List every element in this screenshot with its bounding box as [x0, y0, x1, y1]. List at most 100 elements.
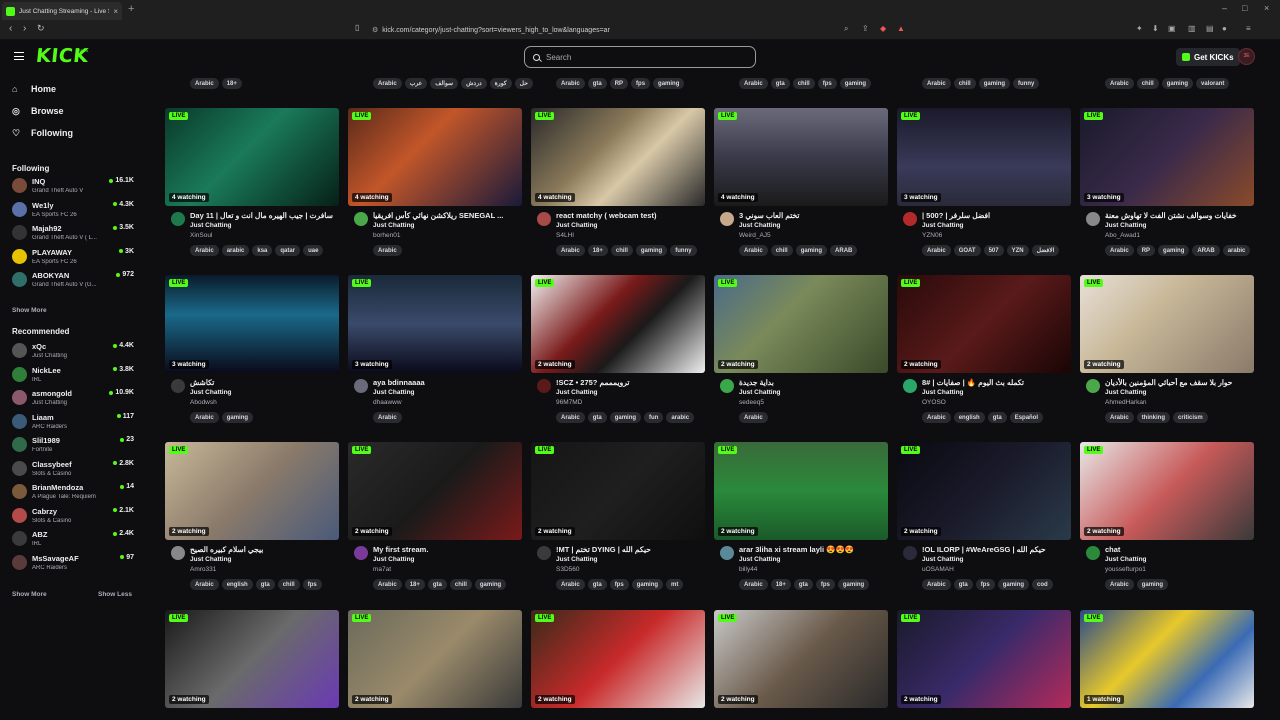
recommended-channel-item[interactable]: ABZ IRL 2.4K — [12, 528, 136, 550]
streamer-name[interactable]: dhaawww — [373, 399, 402, 406]
stream-thumbnail[interactable]: LIVE 3 watching — [165, 275, 339, 373]
search-input[interactable] — [546, 52, 726, 62]
streamer-avatar[interactable] — [537, 379, 551, 393]
stream-thumbnail[interactable]: LIVE 2 watching — [1080, 275, 1254, 373]
stream-category[interactable]: Just Chatting — [922, 222, 964, 229]
tag-chip[interactable]: RP — [609, 78, 629, 89]
streamer-avatar[interactable] — [903, 212, 917, 226]
stream-category[interactable]: Just Chatting — [556, 222, 598, 229]
tag-chip[interactable]: chill — [449, 579, 472, 590]
streamer-avatar[interactable] — [354, 212, 368, 226]
profile-icon[interactable]: ● — [1222, 24, 1227, 33]
stream-thumbnail[interactable]: LIVE 2 watching — [714, 442, 888, 540]
streamer-name[interactable]: billy44 — [739, 566, 757, 573]
stream-title[interactable]: ريلاكشن نهائي كأس افريقيا SENEGAL ... — [373, 211, 521, 220]
streamer-avatar[interactable] — [1086, 212, 1100, 226]
tag-chip[interactable]: 18+ — [587, 245, 608, 256]
streamer-name[interactable]: Amro331 — [190, 566, 216, 573]
stream-thumbnail[interactable]: LIVE 2 watching — [348, 442, 522, 540]
stream-thumbnail[interactable]: LIVE 4 watching — [165, 108, 339, 206]
tag-chip[interactable]: Arabic — [1105, 245, 1134, 256]
stream-thumbnail[interactable]: LIVE 2 watching — [897, 275, 1071, 373]
stream-title[interactable]: تختم العاب سوني 3 — [739, 211, 887, 220]
tag-chip[interactable]: uae — [303, 245, 324, 256]
get-kicks-button[interactable]: Get KICKs — [1176, 48, 1240, 66]
tag-chip[interactable]: YZN — [1006, 245, 1029, 256]
streamer-name[interactable]: borhen01 — [373, 232, 400, 239]
tag-chip[interactable]: Arabic — [922, 579, 951, 590]
show-more-recommended[interactable]: Show More — [12, 591, 47, 598]
tag-chip[interactable]: gaming — [474, 579, 507, 590]
reload-icon[interactable]: ↻ — [37, 23, 45, 34]
stream-category[interactable]: Just Chatting — [190, 556, 232, 563]
tag-chip[interactable]: gaming — [795, 245, 828, 256]
wallet-icon[interactable]: ▣ — [1168, 24, 1176, 33]
share-icon[interactable]: ⇪ — [862, 24, 869, 33]
tag-chip[interactable]: gta — [953, 579, 973, 590]
tag-chip[interactable]: valorant — [1196, 78, 1230, 89]
stream-category[interactable]: Just Chatting — [739, 556, 781, 563]
streamer-avatar[interactable] — [720, 379, 734, 393]
stream-title[interactable]: حوار بلا سقف مع أحبائي المؤمنين بالأديان — [1105, 378, 1253, 387]
tabs-icon[interactable]: ▤ — [1206, 24, 1214, 33]
stream-category[interactable]: Just Chatting — [373, 556, 415, 563]
streamer-avatar[interactable] — [354, 546, 368, 560]
tag-chip[interactable]: gta — [587, 412, 607, 423]
tag-chip[interactable]: english — [221, 579, 253, 590]
stream-category[interactable]: Just Chatting — [922, 389, 964, 396]
tab-close-icon[interactable]: × — [113, 7, 118, 16]
tag-chip[interactable]: chill — [1136, 78, 1159, 89]
tag-chip[interactable]: gaming — [609, 412, 642, 423]
tag-chip[interactable]: arabic — [666, 412, 695, 423]
stream-thumbnail[interactable]: LIVE 2 watching — [531, 275, 705, 373]
stream-title[interactable]: تكمله بث اليوم 🔥 | صفايات | #8 — [922, 378, 1070, 387]
tag-chip[interactable]: fun — [644, 412, 664, 423]
nav-home[interactable]: ⌂ Home — [12, 84, 56, 94]
rewards-icon[interactable]: ▲ — [897, 24, 905, 33]
tag-chip[interactable]: Arabic — [739, 412, 768, 423]
following-channel-item[interactable]: PLAYAWAY EA Sports FC 26 3K — [12, 246, 136, 268]
stream-category[interactable]: Just Chatting — [190, 389, 232, 396]
tag-chip[interactable]: gaming — [1136, 579, 1169, 590]
streamer-avatar[interactable] — [720, 212, 734, 226]
recommended-channel-item[interactable]: Classybeef Slots & Casino 2.8K — [12, 458, 136, 480]
tag-chip[interactable]: thinking — [1136, 412, 1171, 423]
show-more-following[interactable]: Show More — [12, 307, 47, 314]
stream-category[interactable]: Just Chatting — [556, 389, 598, 396]
tag-chip[interactable]: الافضل — [1031, 245, 1060, 256]
streamer-avatar[interactable] — [903, 546, 917, 560]
tag-chip[interactable]: chill — [277, 579, 300, 590]
streamer-name[interactable]: AhmedHarkan — [1105, 399, 1147, 406]
stream-category[interactable]: Just Chatting — [922, 556, 964, 563]
streamer-name[interactable]: Abodwsh — [190, 399, 217, 406]
address-bar[interactable]: ⚙ kick.com/category/just-chatting?sort=v… — [372, 23, 912, 37]
tag-chip[interactable]: gta — [987, 412, 1007, 423]
tag-chip[interactable]: Arabic — [556, 78, 585, 89]
stream-thumbnail[interactable]: LIVE 1 watching — [1080, 610, 1254, 708]
back-icon[interactable]: ‹ — [9, 23, 12, 34]
recommended-channel-item[interactable]: asmongold Just Chatting 10.9K — [12, 387, 136, 409]
forward-icon[interactable]: › — [23, 23, 26, 34]
tag-chip[interactable]: mt — [666, 579, 684, 590]
stream-thumbnail[interactable]: LIVE 2 watching — [165, 610, 339, 708]
tag-chip[interactable]: arabic — [221, 245, 250, 256]
tag-chip[interactable]: عرب — [404, 78, 428, 89]
tag-chip[interactable]: gta — [587, 579, 607, 590]
tag-chip[interactable]: criticism — [1173, 412, 1208, 423]
tag-chip[interactable]: gaming — [978, 78, 1011, 89]
tag-chip[interactable]: 18+ — [770, 579, 791, 590]
stream-thumbnail[interactable]: LIVE 4 watching — [531, 108, 705, 206]
tag-chip[interactable]: gaming — [837, 579, 870, 590]
stream-title[interactable]: خفايات وسوالف نشتن الفت لا تهاوش معنة — [1105, 211, 1253, 220]
tag-chip[interactable]: Arabic — [190, 579, 219, 590]
stream-category[interactable]: Just Chatting — [1105, 222, 1147, 229]
tag-chip[interactable]: gaming — [631, 579, 664, 590]
streamer-avatar[interactable] — [171, 379, 185, 393]
stream-category[interactable]: Just Chatting — [373, 389, 415, 396]
tag-chip[interactable]: chill — [953, 78, 976, 89]
streamer-avatar[interactable] — [537, 212, 551, 226]
tag-chip[interactable]: gta — [793, 579, 813, 590]
stream-title[interactable]: aya bdinnaaaa — [373, 378, 521, 387]
streamer-name[interactable]: ma7at — [373, 566, 391, 573]
tag-chip[interactable]: ARAB — [1192, 245, 1220, 256]
